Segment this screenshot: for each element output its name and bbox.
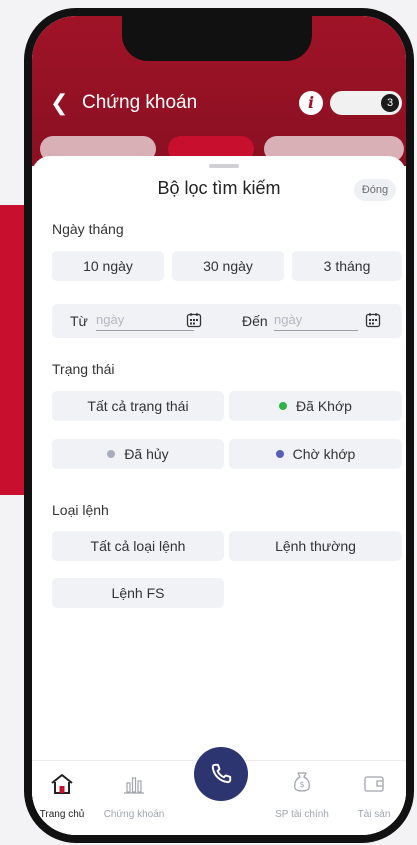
call-button[interactable]: [194, 747, 248, 801]
date-section-label: Ngày tháng: [52, 221, 124, 237]
info-icon[interactable]: i: [299, 91, 323, 115]
drag-handle[interactable]: [209, 164, 239, 168]
wallet-icon: [364, 776, 384, 792]
svg-text:$: $: [299, 780, 304, 789]
matched-status-dot: [279, 402, 288, 410]
nav-securities-label: Chứng khoán: [103, 809, 165, 820]
toggle-badge: 3: [381, 94, 399, 112]
nav-home-label: Trang chủ: [39, 809, 85, 820]
filter-sheet: Bộ lọc tìm kiếm Đóng Ngày tháng 10 ngày …: [32, 156, 406, 835]
nav-financial-products[interactable]: $ SP tài chính: [264, 767, 340, 820]
from-label: Từ: [70, 313, 88, 329]
phone-icon: [211, 763, 232, 784]
status-cancelled-label: Đã hủy: [124, 446, 169, 462]
to-label: Đến: [242, 313, 268, 329]
status-all-button[interactable]: Tất cả trạng thái: [52, 391, 224, 421]
status-matched-button[interactable]: Đã Khớp: [229, 391, 402, 421]
chart-icon: [124, 777, 144, 794]
nav-assets[interactable]: Tài sản: [336, 767, 406, 820]
sheet-title: Bộ lọc tìm kiếm: [157, 178, 281, 198]
back-arrow-icon[interactable]: ❮: [50, 91, 68, 115]
phone-screen: ❮ Chứng khoán i 3 Bộ lọc tìm kiếm Đóng N…: [32, 16, 406, 835]
to-calendar-icon[interactable]: [365, 312, 381, 328]
cancelled-status-dot: [107, 450, 116, 458]
status-pending-label: Chờ khớp: [292, 446, 356, 462]
bottom-nav: Trang chủ Chứng khoán $ SP tài chính Tài…: [32, 747, 406, 835]
to-date-input[interactable]: ngày: [274, 312, 358, 331]
status-section-label: Trạng thái: [52, 361, 115, 377]
order-type-section-label: Loại lệnh: [52, 502, 109, 518]
phone-frame: ❮ Chứng khoán i 3 Bộ lọc tìm kiếm Đóng N…: [24, 8, 414, 843]
status-cancelled-button[interactable]: Đã hủy: [52, 439, 224, 469]
status-pending-button[interactable]: Chờ khớp: [229, 439, 402, 469]
phone-notch: [122, 16, 312, 61]
money-bag-icon: $: [294, 772, 310, 792]
date-range-row: Từ ngày Đến ngày: [52, 304, 402, 338]
home-icon: [51, 774, 73, 794]
from-calendar-icon[interactable]: [186, 312, 202, 328]
nav-home[interactable]: Trang chủ: [32, 767, 100, 820]
pending-status-dot: [275, 450, 284, 458]
order-type-fs-button[interactable]: Lệnh FS: [52, 578, 224, 608]
range-10-days-button[interactable]: 10 ngày: [52, 251, 164, 281]
nav-securities[interactable]: Chứng khoán: [96, 767, 172, 820]
nav-assets-label: Tài sản: [357, 809, 391, 820]
close-button[interactable]: Đóng: [354, 179, 396, 201]
account-toggle[interactable]: 3: [330, 91, 402, 115]
order-type-normal-button[interactable]: Lệnh thường: [229, 531, 402, 561]
range-30-days-button[interactable]: 30 ngày: [172, 251, 284, 281]
range-3-months-button[interactable]: 3 tháng: [292, 251, 402, 281]
header-title: Chứng khoán: [82, 92, 198, 113]
status-matched-label: Đã Khớp: [296, 398, 352, 414]
order-type-all-button[interactable]: Tất cả loại lệnh: [52, 531, 224, 561]
from-date-input[interactable]: ngày: [96, 312, 194, 331]
nav-financial-products-label: SP tài chính: [275, 809, 329, 820]
